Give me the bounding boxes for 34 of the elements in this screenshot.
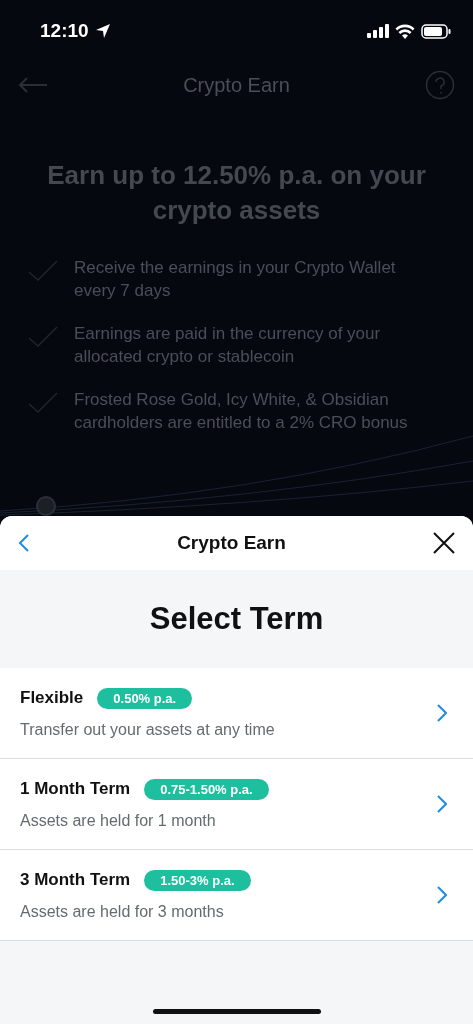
location-arrow-icon [94,23,111,39]
term-description: Transfer out your assets at any time [20,720,275,739]
benefit-text: Receive the earnings in your Crypto Wallet every 7 days [74,257,397,302]
term-name: 1 Month Term [20,779,131,799]
check-icon [28,392,58,414]
term-name: Flexible [20,688,84,708]
help-icon [425,70,455,100]
sheet-heading: Select Term [148,600,325,638]
sheet-title: Crypto Earn [177,532,286,554]
status-time: 12:10 [40,20,89,42]
chevron-right-icon [437,704,447,722]
term-option[interactable]: Flexible 0.50% p.a. Transfer out your assets at any time [0,668,473,759]
headline: Earn up to 12.50% p.a. on your crypto assets [46,159,427,227]
term-option[interactable]: 1 Month Term 0.75-1.50% p.a. Assets are held for 1 month [0,759,473,850]
benefit-text: Frosted Rose Gold, Icy White, & Obsidian cardholders are entitled to a 2% CRO bonus [74,389,409,434]
wifi-icon [395,23,415,39]
term-option[interactable]: 3 Month Term 1.50-3% p.a. Assets are held for 3 months [0,850,473,941]
close-icon[interactable] [433,532,455,554]
check-icon [28,326,58,348]
page-title: Crypto Earn [183,73,290,97]
check-icon [28,260,58,282]
benefit-text: Earnings are paid in the currency of your allocated crypto or stablecoin [74,323,382,368]
rate-badge: 0.50% p.a. [97,687,193,709]
rate-badge: 1.50-3% p.a. [144,869,251,891]
term-name: 3 Month Term [20,870,131,890]
rate-badge: 0.75-1.50% p.a. [144,778,269,800]
term-description: Assets are held for 3 months [20,902,225,921]
chevron-right-icon [437,886,447,904]
term-description: Assets are held for 1 month [20,811,217,830]
signal-icon [367,24,389,38]
back-icon[interactable] [18,533,30,553]
back-arrow-icon [18,77,48,93]
chevron-right-icon [437,795,447,813]
battery-icon [421,23,451,39]
